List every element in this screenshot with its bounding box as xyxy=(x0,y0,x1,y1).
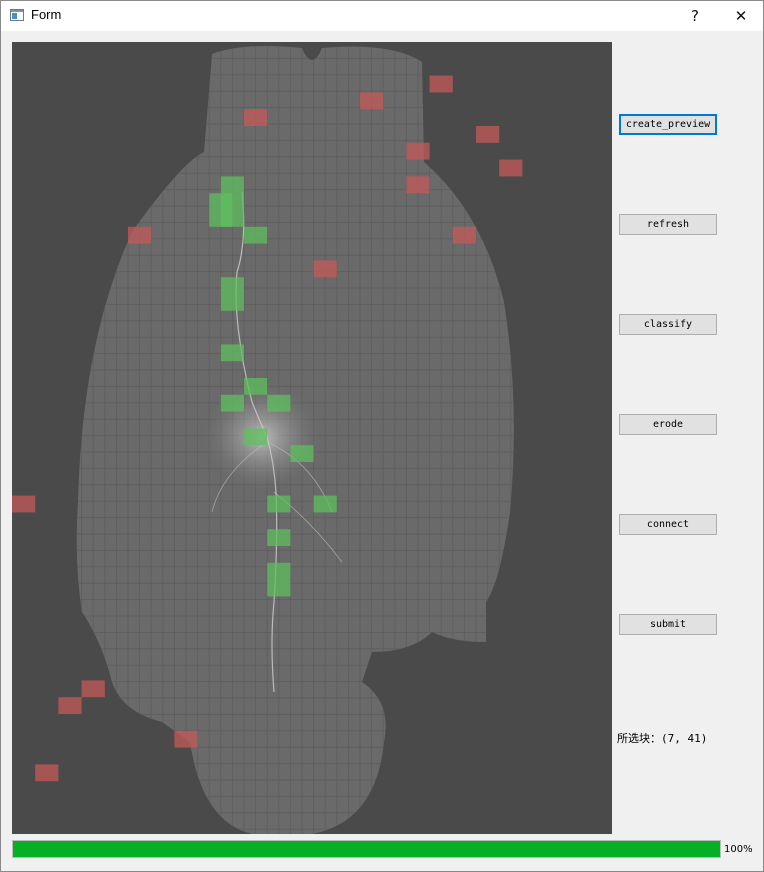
rejected-tile[interactable] xyxy=(429,75,453,93)
selected-tile[interactable] xyxy=(244,428,268,446)
progress-fill xyxy=(13,841,720,857)
help-button[interactable]: ? xyxy=(675,1,715,31)
selected-tile[interactable] xyxy=(220,193,244,210)
erode-button[interactable]: erode xyxy=(619,414,717,435)
brain-section-image xyxy=(76,46,514,834)
rejected-tile[interactable] xyxy=(406,176,430,194)
classify-button[interactable]: classify xyxy=(619,314,717,335)
selected-tile[interactable] xyxy=(244,378,268,395)
rejected-tile[interactable] xyxy=(81,680,105,698)
connect-button[interactable]: connect xyxy=(619,514,717,535)
rejected-tile[interactable] xyxy=(476,126,500,143)
selected-tile[interactable] xyxy=(267,579,291,597)
submit-button[interactable]: submit xyxy=(619,614,717,635)
form-window-icon xyxy=(10,9,24,21)
window-title: Form xyxy=(31,7,62,22)
rejected-tile[interactable] xyxy=(35,764,59,782)
selected-tile[interactable] xyxy=(313,495,337,513)
selected-tile[interactable] xyxy=(267,394,291,412)
selected-tile[interactable] xyxy=(220,294,244,311)
selected-tile[interactable] xyxy=(244,226,268,244)
create-preview-button[interactable]: create_preview xyxy=(619,114,717,135)
selected-tile[interactable] xyxy=(267,562,291,580)
rejected-tile[interactable] xyxy=(360,92,384,110)
selected-tile[interactable] xyxy=(220,176,244,194)
rejected-tile[interactable] xyxy=(244,109,268,126)
selected-tile[interactable] xyxy=(220,210,244,227)
selected-tile[interactable] xyxy=(267,529,291,546)
rejected-tile[interactable] xyxy=(58,697,82,714)
selected-block-label: 所选块：(7, 41) xyxy=(617,732,708,745)
rejected-tile[interactable] xyxy=(313,260,337,278)
close-icon[interactable]: ✕ xyxy=(721,1,761,31)
refresh-button[interactable]: refresh xyxy=(619,214,717,235)
progress-text: 100% xyxy=(724,844,753,855)
rejected-tile[interactable] xyxy=(128,226,152,244)
selected-tile[interactable] xyxy=(267,495,291,513)
tile-preview-image xyxy=(12,46,523,834)
selected-tile[interactable] xyxy=(220,277,244,294)
title-bar[interactable]: Form ? ✕ xyxy=(1,1,763,31)
selected-tile[interactable] xyxy=(220,344,244,362)
rejected-tile[interactable] xyxy=(499,159,523,177)
rejected-tile[interactable] xyxy=(12,495,36,513)
rejected-tile[interactable] xyxy=(406,142,430,160)
tile-preview-canvas[interactable] xyxy=(12,42,612,834)
rejected-tile[interactable] xyxy=(174,730,198,748)
selected-tile[interactable] xyxy=(290,445,314,462)
rejected-tile[interactable] xyxy=(452,226,476,244)
selected-tile[interactable] xyxy=(220,394,244,412)
progress-bar xyxy=(12,840,721,858)
